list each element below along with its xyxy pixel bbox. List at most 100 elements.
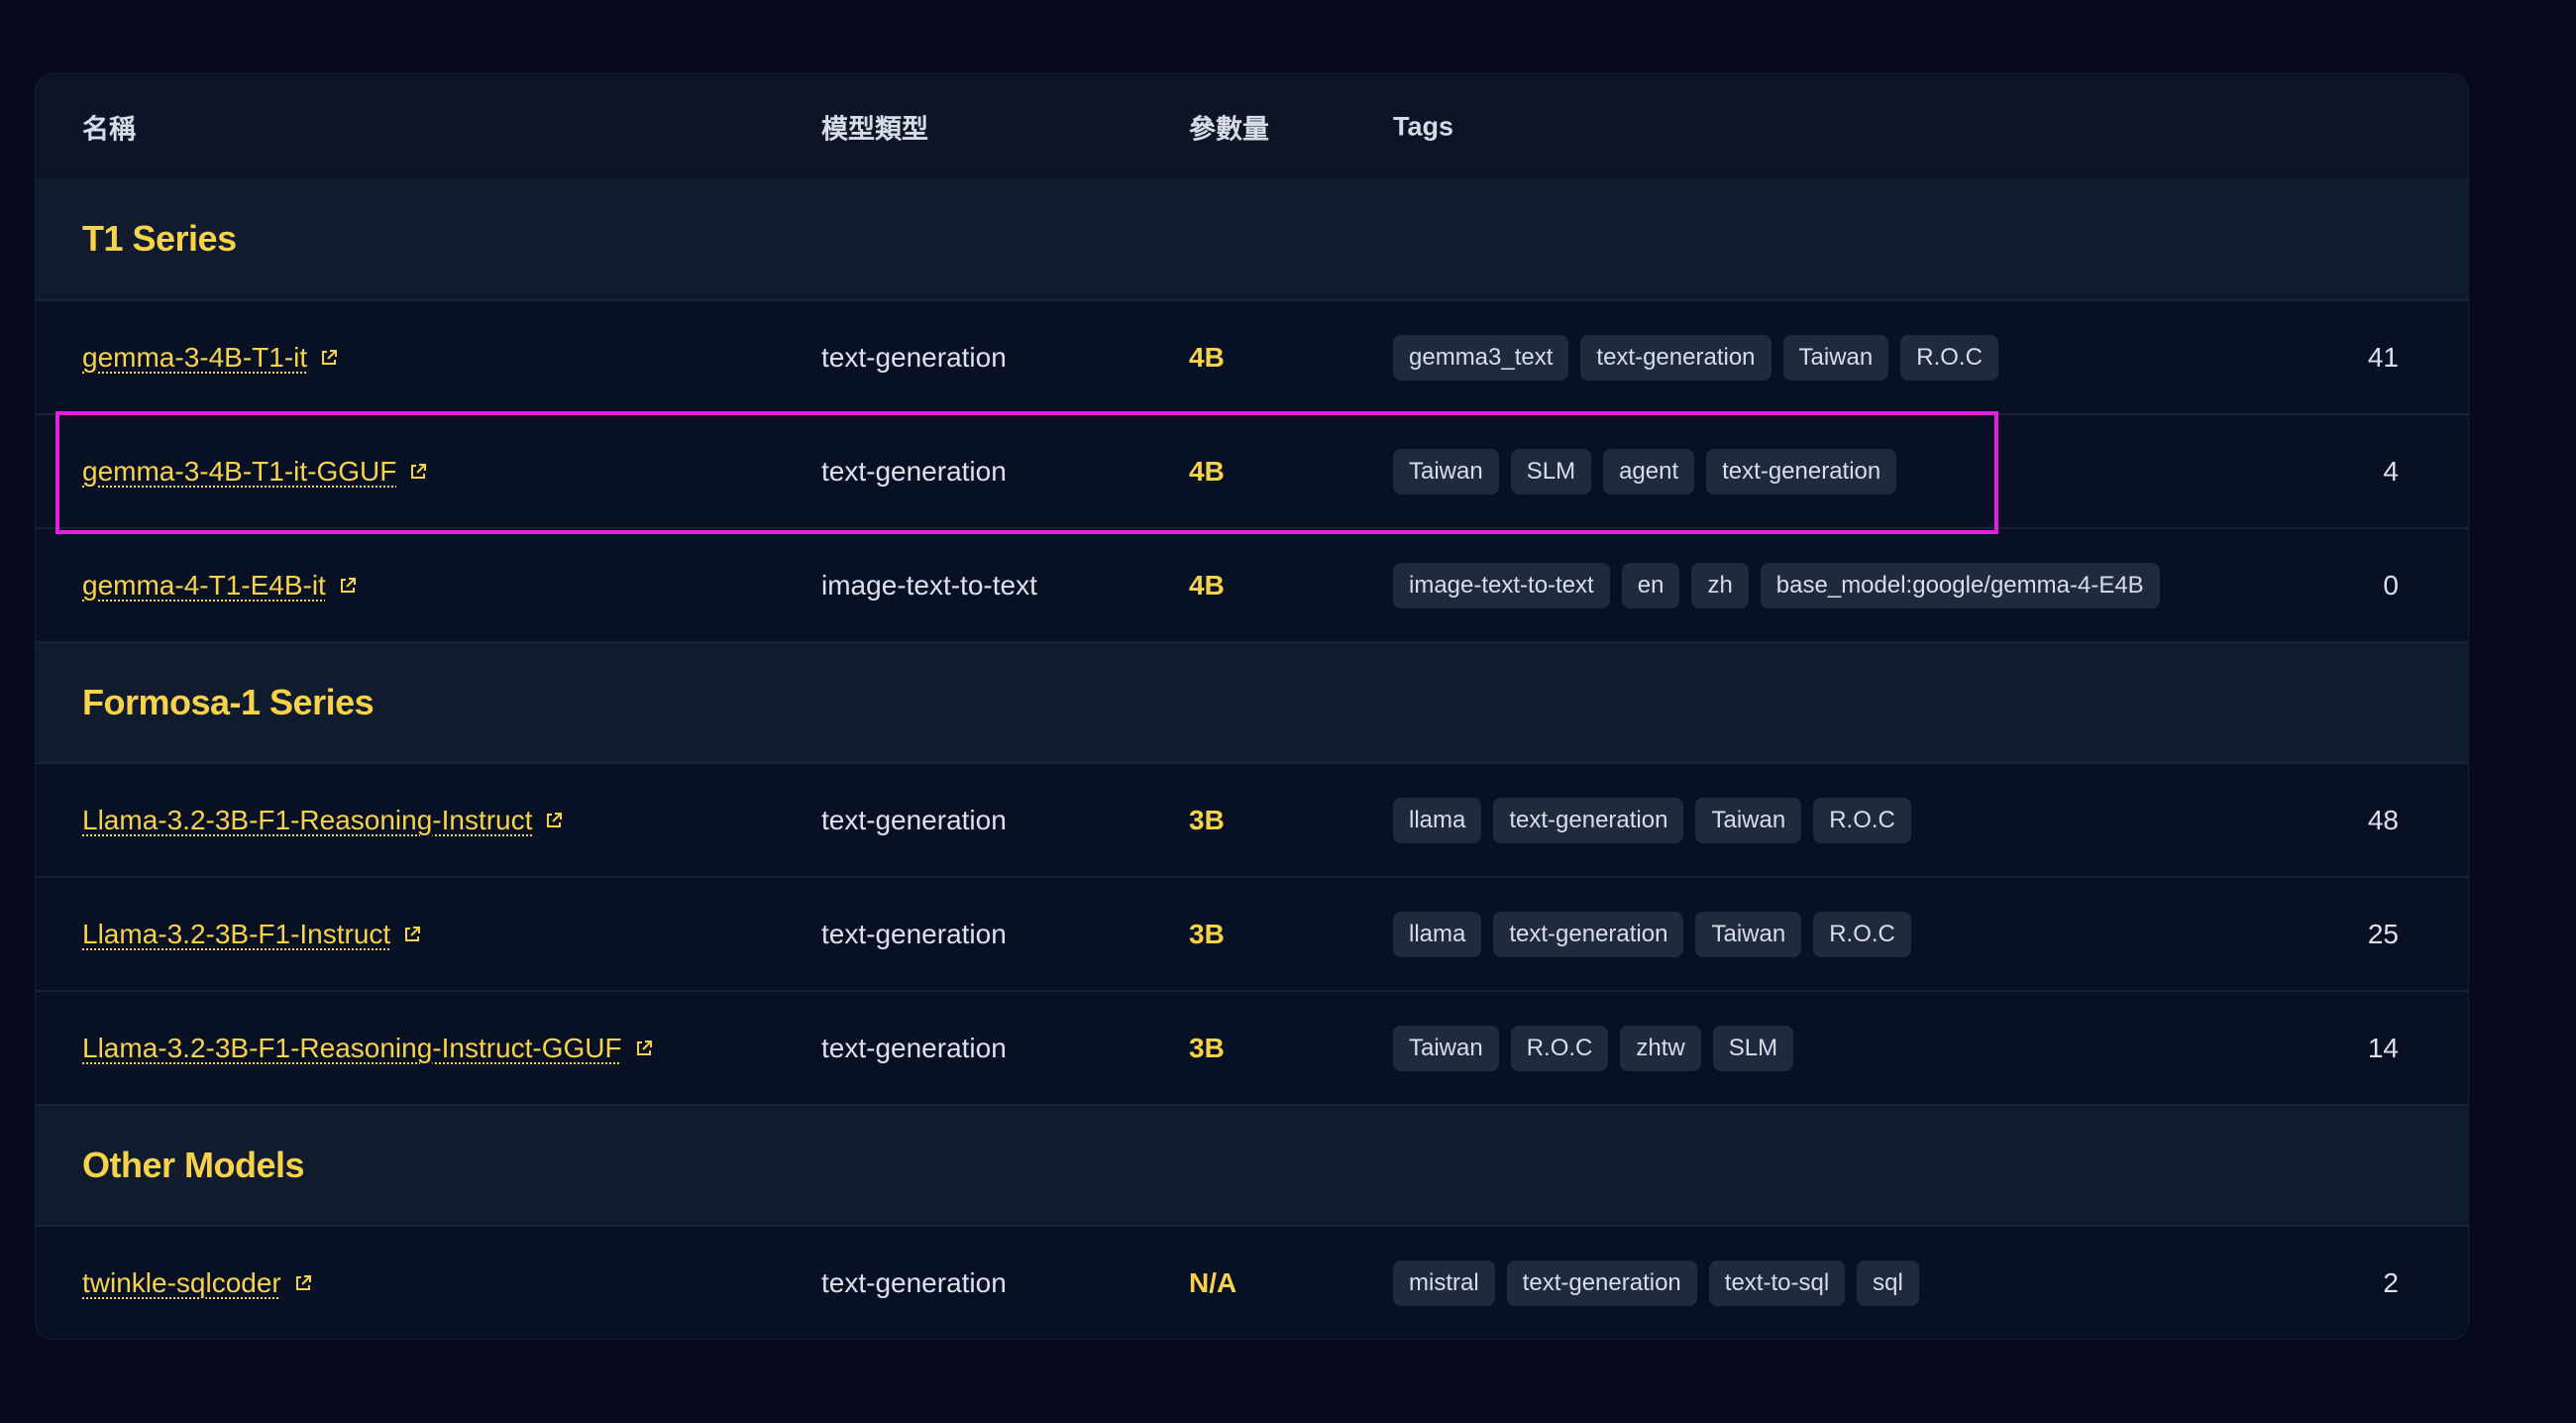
table-row: twinkle-sqlcoder text-generation N/A mistra…	[36, 1225, 2468, 1339]
model-params: 3B	[1189, 918, 1225, 949]
model-type: text-generation	[821, 1032, 1007, 1063]
tag-chip[interactable]: text-generation	[1706, 448, 1897, 494]
model-link[interactable]: Llama-3.2-3B-F1-Instruct	[82, 919, 422, 950]
model-name-cell: gemma-3-4B-T1-it-GGUF	[82, 456, 428, 488]
tag-chip[interactable]: en	[1621, 562, 1680, 608]
model-name-cell: Llama-3.2-3B-F1-Instruct	[82, 919, 422, 950]
model-count: 25	[2367, 918, 2399, 949]
tag-chip[interactable]: zhtw	[1620, 1025, 1701, 1071]
tag-list: gemma3_text text-generation Taiwan R.O.C	[1393, 334, 1998, 381]
model-name-cell: gemma-3-4B-T1-it	[82, 342, 339, 374]
model-params: 4B	[1189, 569, 1225, 601]
tag-chip[interactable]: base_model:google/gemma-4-E4B	[1760, 562, 2160, 608]
tag-list: llama text-generation Taiwan R.O.C	[1393, 797, 1911, 843]
tag-list: llama text-generation Taiwan R.O.C	[1393, 911, 1911, 957]
external-link-icon	[411, 463, 427, 479]
external-link-icon	[322, 349, 338, 365]
tag-chip[interactable]: text-generation	[1580, 334, 1771, 381]
tag-chip[interactable]: image-text-to-text	[1393, 562, 1610, 608]
table-body: T1 Series gemma-3-4B-T1-it text-generation…	[36, 178, 2468, 1339]
tag-chip[interactable]: text-to-sql	[1708, 1259, 1846, 1306]
model-name[interactable]: gemma-3-4B-T1-it	[82, 342, 307, 374]
model-link[interactable]: gemma-3-4B-T1-it	[82, 342, 339, 374]
external-link-icon	[405, 926, 421, 941]
model-type: image-text-to-text	[821, 569, 1037, 601]
model-params: 3B	[1189, 1032, 1225, 1063]
model-name-cell: Llama-3.2-3B-F1-Reasoning-Instruct	[82, 805, 564, 836]
model-params: N/A	[1189, 1266, 1237, 1298]
model-link[interactable]: gemma-4-T1-E4B-it	[82, 570, 358, 602]
tag-chip[interactable]: R.O.C	[1813, 797, 1911, 843]
model-type: text-generation	[821, 455, 1007, 487]
model-link[interactable]: twinkle-sqlcoder	[82, 1267, 313, 1299]
tag-chip[interactable]: sql	[1857, 1259, 1919, 1306]
section-title: Other Models	[82, 1145, 305, 1185]
tag-chip[interactable]: Taiwan	[1782, 334, 1889, 381]
model-type: text-generation	[821, 918, 1007, 949]
model-type: text-generation	[821, 804, 1007, 835]
section-title: T1 Series	[82, 218, 237, 259]
model-name-cell: twinkle-sqlcoder	[82, 1267, 313, 1299]
external-link-icon	[340, 577, 356, 593]
table-row: gemma-3-4B-T1-it text-generation 4B gemma3_…	[36, 299, 2468, 413]
tag-list: image-text-to-text en zh base_model:google/…	[1393, 562, 2160, 608]
tag-chip[interactable]: llama	[1393, 911, 1482, 957]
tag-chip[interactable]: text-generation	[1506, 1259, 1697, 1306]
tag-chip[interactable]: R.O.C	[1813, 911, 1911, 957]
tag-chip[interactable]: Taiwan	[1695, 911, 1802, 957]
tag-chip[interactable]: agent	[1603, 448, 1695, 494]
tag-chip[interactable]: mistral	[1393, 1259, 1495, 1306]
model-count: 4	[2383, 455, 2399, 487]
header-params: 參數量	[1189, 114, 1269, 144]
model-name[interactable]: twinkle-sqlcoder	[82, 1267, 281, 1299]
model-type: text-generation	[821, 341, 1007, 373]
model-count: 48	[2367, 804, 2399, 835]
section-header: Formosa-1 Series	[36, 641, 2468, 762]
external-link-icon	[636, 1040, 652, 1055]
section-header: T1 Series	[36, 178, 2468, 299]
model-name-cell: gemma-4-T1-E4B-it	[82, 570, 358, 602]
tag-chip[interactable]: Taiwan	[1695, 797, 1802, 843]
model-type: text-generation	[821, 1266, 1007, 1298]
tag-chip[interactable]: R.O.C	[1900, 334, 1998, 381]
tag-chip[interactable]: SLM	[1712, 1025, 1794, 1071]
model-link[interactable]: Llama-3.2-3B-F1-Reasoning-Instruct	[82, 805, 564, 836]
model-name[interactable]: Llama-3.2-3B-F1-Reasoning-Instruct	[82, 805, 532, 836]
tag-list: Taiwan SLM agent text-generation	[1393, 448, 1897, 494]
tag-chip[interactable]: text-generation	[1493, 797, 1684, 843]
model-params: 3B	[1189, 804, 1225, 835]
section-header: Other Models	[36, 1104, 2468, 1225]
tag-chip[interactable]: R.O.C	[1510, 1025, 1609, 1071]
tag-chip[interactable]: text-generation	[1493, 911, 1684, 957]
tag-list: mistral text-generation text-to-sql sql	[1393, 1259, 1919, 1306]
table-row: gemma-4-T1-E4B-it image-text-to-text 4B ima…	[36, 527, 2468, 641]
model-link[interactable]: gemma-3-4B-T1-it-GGUF	[82, 456, 428, 488]
table-row: Llama-3.2-3B-F1-Reasoning-Instruct-GGUF t…	[36, 990, 2468, 1104]
model-count: 0	[2383, 569, 2399, 601]
tag-chip[interactable]: llama	[1393, 797, 1482, 843]
model-name[interactable]: Llama-3.2-3B-F1-Reasoning-Instruct-GGUF	[82, 1033, 622, 1064]
header-tags: Tags	[1393, 111, 1454, 141]
tag-chip[interactable]: Taiwan	[1393, 448, 1499, 494]
external-link-icon	[295, 1274, 311, 1290]
tag-list: Taiwan R.O.C zhtw SLM	[1393, 1025, 1794, 1071]
model-count: 14	[2367, 1032, 2399, 1063]
header-type: 模型類型	[821, 114, 928, 144]
table-row: Llama-3.2-3B-F1-Reasoning-Instruct text-g…	[36, 762, 2468, 876]
table-header: 名稱 模型類型 參數量 Tags	[36, 74, 2468, 178]
tag-chip[interactable]: zh	[1691, 562, 1749, 608]
model-params: 4B	[1189, 455, 1225, 487]
tag-chip[interactable]: gemma3_text	[1393, 334, 1569, 381]
model-link[interactable]: Llama-3.2-3B-F1-Reasoning-Instruct-GGUF	[82, 1033, 654, 1064]
model-name[interactable]: Llama-3.2-3B-F1-Instruct	[82, 919, 390, 950]
model-count: 41	[2367, 341, 2399, 373]
model-params: 4B	[1189, 341, 1225, 373]
table-row: Llama-3.2-3B-F1-Instruct text-generation 3…	[36, 876, 2468, 990]
section-title: Formosa-1 Series	[82, 682, 375, 722]
model-name-cell: Llama-3.2-3B-F1-Reasoning-Instruct-GGUF	[82, 1033, 654, 1064]
model-name[interactable]: gemma-3-4B-T1-it-GGUF	[82, 456, 396, 488]
tag-chip[interactable]: SLM	[1510, 448, 1592, 494]
model-name[interactable]: gemma-4-T1-E4B-it	[82, 570, 326, 602]
models-table: 名稱 模型類型 參數量 Tags T1 Series gemma-3-4B-T1-…	[35, 73, 2469, 1340]
tag-chip[interactable]: Taiwan	[1393, 1025, 1499, 1071]
